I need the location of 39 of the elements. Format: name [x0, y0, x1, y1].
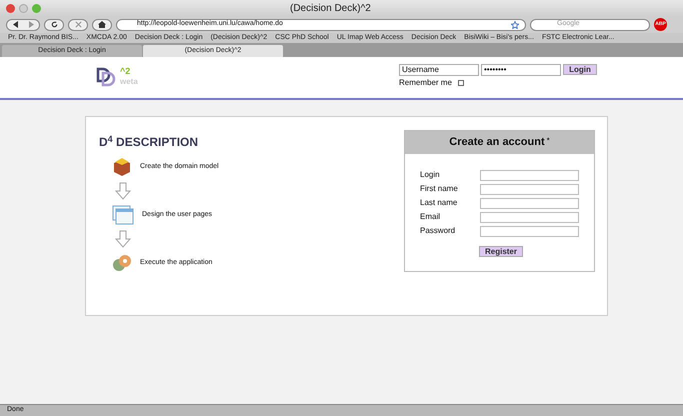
package-icon: [112, 157, 132, 177]
input-field[interactable]: [480, 170, 579, 180]
home-button[interactable]: [92, 18, 112, 30]
logo-version: ^2: [120, 67, 132, 76]
remember-me-checkbox[interactable]: [458, 80, 464, 86]
username-field[interactable]: Username: [399, 64, 479, 76]
forward-arrow-icon: [28, 21, 34, 28]
back-arrow-icon: [12, 21, 18, 28]
field-label: Login: [420, 169, 441, 181]
input-field[interactable]: [480, 226, 579, 236]
field-label: Email: [420, 211, 442, 223]
field-label: Last name: [420, 197, 458, 209]
down-arrow-icon: [115, 230, 131, 248]
required-mark: *: [546, 135, 550, 147]
account-header: Create an account *: [405, 131, 594, 154]
field-label: Password: [420, 225, 456, 237]
close-window-button[interactable]: [6, 4, 15, 12]
login-button[interactable]: Login: [563, 64, 597, 75]
windows-icon: [112, 205, 134, 225]
minimize-window-button[interactable]: [19, 4, 28, 12]
reload-button[interactable]: [44, 18, 64, 30]
down-arrow-icon: [115, 182, 131, 200]
input-field[interactable]: [480, 198, 579, 208]
reload-icon: [50, 21, 58, 28]
description-title: D$^{4}$ DESCRIPTION: [99, 133, 200, 151]
gears-icon: [112, 253, 132, 273]
input-field[interactable]: [480, 184, 579, 194]
input-field[interactable]: [480, 212, 579, 222]
password-field[interactable]: ••••••••: [481, 64, 561, 76]
home-icon: [98, 21, 106, 28]
logo-icon: [96, 67, 116, 87]
register-button[interactable]: Register: [479, 246, 523, 257]
stop-icon: [74, 21, 82, 28]
window-title: (Decision Deck)^2: [290, 2, 371, 16]
back-forward-button[interactable]: [6, 18, 40, 30]
remember-me-label: Remember me: [399, 77, 452, 89]
field-label: First name: [420, 183, 459, 195]
zoom-window-button[interactable]: [32, 4, 41, 12]
bookmark-star-icon[interactable]: [511, 20, 519, 28]
